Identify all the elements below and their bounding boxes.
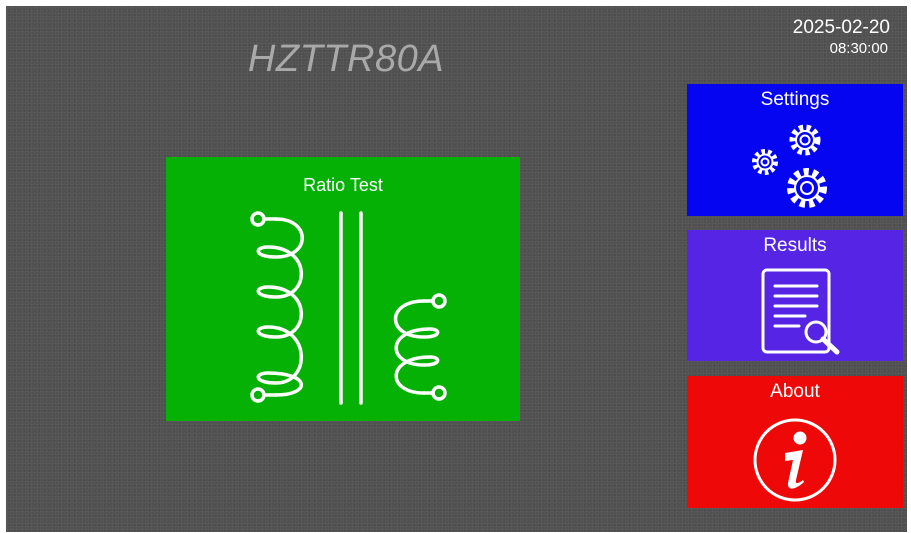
ratio-test-button[interactable]: Ratio Test — [166, 157, 520, 421]
document-search-icon — [759, 268, 845, 356]
datetime-display: 2025-02-20 08:30:00 — [793, 16, 890, 58]
results-label: Results — [763, 235, 827, 256]
app-title: HZTTR80A — [247, 38, 445, 80]
about-button[interactable]: About — [687, 376, 903, 508]
gears-icon — [747, 120, 837, 212]
main-screen: HZTTR80A 2025-02-20 08:30:00 Ratio Test — [6, 6, 907, 532]
results-button[interactable]: Results — [687, 230, 903, 361]
settings-button[interactable]: Settings — [687, 84, 903, 216]
info-icon — [751, 416, 839, 504]
about-label: About — [770, 381, 820, 402]
settings-label: Settings — [760, 89, 830, 110]
transformer-icon — [246, 207, 456, 412]
time-display: 08:30:00 — [829, 40, 888, 57]
ratio-test-label: Ratio Test — [303, 175, 383, 195]
date-display: 2025-02-20 — [792, 17, 890, 38]
